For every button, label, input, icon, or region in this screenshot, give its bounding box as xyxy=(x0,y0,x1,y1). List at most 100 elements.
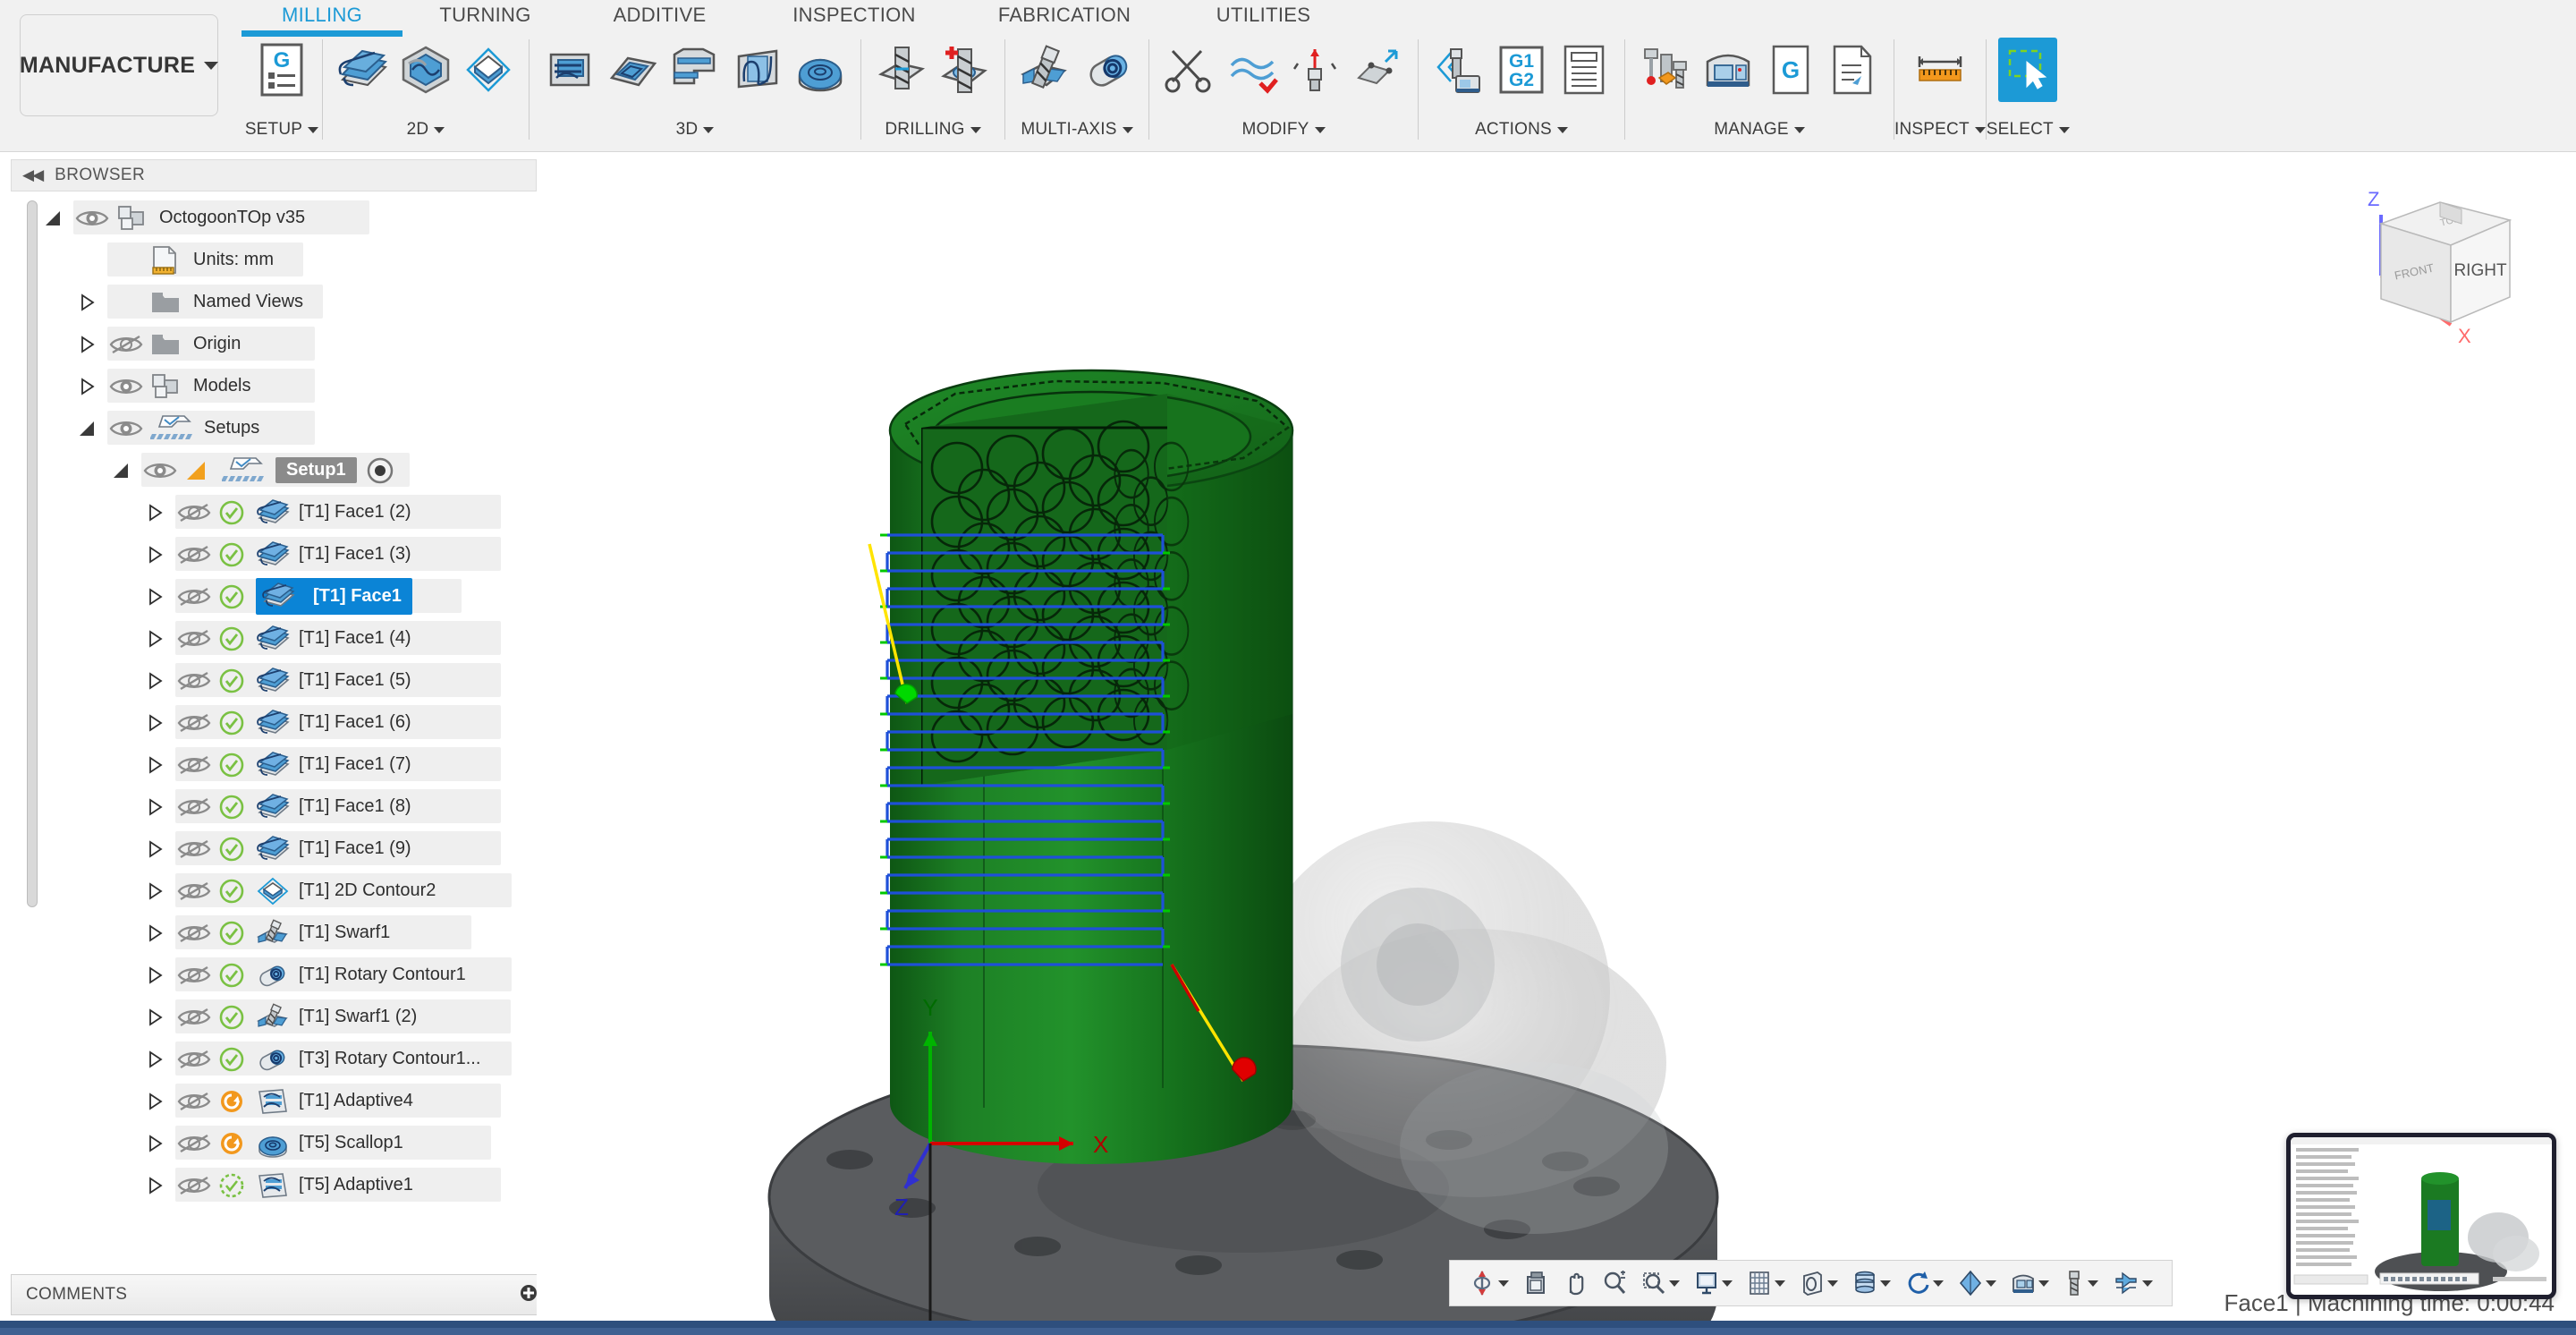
tree-twisty-collapsed[interactable] xyxy=(145,671,175,691)
tree-item-t1-face1-6[interactable]: [T1] Face1 (6) xyxy=(11,702,537,744)
tree-item-t1-face1-2[interactable]: [T1] Face1 (2) xyxy=(11,491,537,533)
preview-thumbnail[interactable] xyxy=(2286,1133,2556,1299)
2d-adaptive-icon[interactable] xyxy=(396,38,455,102)
tree-twisty-collapsed[interactable] xyxy=(145,1050,175,1069)
tree-twisty-collapsed[interactable] xyxy=(145,923,175,943)
tree-item-models[interactable]: Models xyxy=(11,365,537,407)
simulation-icon[interactable] xyxy=(2106,1263,2159,1303)
comments-panel[interactable]: COMMENTS xyxy=(11,1274,555,1315)
simulate-icon[interactable] xyxy=(1429,38,1488,102)
tree-item-t1-face1-7[interactable]: [T1] Face1 (7) xyxy=(11,744,537,786)
panel-2d-label[interactable]: 2D xyxy=(407,116,445,143)
tree-twisty-collapsed[interactable] xyxy=(145,839,175,859)
tree-item-origin[interactable]: Origin xyxy=(11,323,537,365)
setup-g-code-icon[interactable]: G xyxy=(252,38,311,102)
panel-inspect-label[interactable]: INSPECT xyxy=(1894,116,1986,143)
drill-icon[interactable] xyxy=(872,38,931,102)
swarf-icon[interactable] xyxy=(1016,38,1075,102)
eye-hidden-icon[interactable] xyxy=(177,502,216,523)
panel-3d-label[interactable]: 3D xyxy=(676,116,715,143)
tree-item-t1-face1-5[interactable]: [T1] Face1 (5) xyxy=(11,659,537,702)
panel-drilling-label[interactable]: DRILLING xyxy=(885,116,981,143)
tree-twisty-collapsed[interactable] xyxy=(145,1008,175,1027)
collapse-left-icon[interactable]: ◀◀ xyxy=(22,166,44,184)
stock-visibility-icon[interactable] xyxy=(1846,1263,1897,1303)
tree-item-named-views[interactable]: Named Views xyxy=(11,281,537,323)
look-at-icon[interactable] xyxy=(1517,1263,1555,1303)
eye-visible-icon[interactable] xyxy=(143,460,182,481)
eye-hidden-icon[interactable] xyxy=(177,586,216,608)
face-icon[interactable] xyxy=(334,38,393,102)
machine-orientation-icon[interactable] xyxy=(1899,1263,1950,1303)
setup-sheet-icon[interactable] xyxy=(1555,38,1614,102)
tree-twisty-collapsed[interactable] xyxy=(145,881,175,901)
tree-twisty-collapsed[interactable] xyxy=(145,629,175,649)
tree-item-t1-face1[interactable]: [T1] Face1 xyxy=(11,575,537,617)
eye-hidden-icon[interactable] xyxy=(177,1175,216,1196)
tree-item-setups[interactable]: Setups xyxy=(11,407,537,449)
tree-item-t5-adaptive1[interactable]: [T5] Adaptive1 xyxy=(11,1164,537,1206)
3d-viewport[interactable]: Y X Z Z X RIGHT FRONT TOP Face1 | Machin… xyxy=(537,159,2576,1322)
view-cube[interactable]: Z X RIGHT FRONT TOP xyxy=(2326,168,2549,365)
2d-contour-icon[interactable] xyxy=(459,38,518,102)
tree-item-t1-face1-3[interactable]: [T1] Face1 (3) xyxy=(11,533,537,575)
wcs-radio-icon[interactable] xyxy=(366,456,405,485)
tree-twisty-collapsed[interactable] xyxy=(145,503,175,523)
tool-orientation-icon[interactable] xyxy=(1285,38,1344,102)
tree-twisty-collapsed[interactable] xyxy=(145,545,175,565)
tree-twisty-expanded[interactable] xyxy=(77,419,107,438)
machine-simulation-icon[interactable] xyxy=(2004,1263,2055,1303)
horizontal-icon[interactable] xyxy=(665,38,724,102)
tree-twisty-collapsed[interactable] xyxy=(145,755,175,775)
pocket-clearing-icon[interactable] xyxy=(603,38,662,102)
eye-hidden-icon[interactable] xyxy=(177,670,216,692)
tree-twisty-collapsed[interactable] xyxy=(77,377,107,396)
scallop-icon[interactable] xyxy=(791,38,850,102)
eye-hidden-icon[interactable] xyxy=(177,796,216,818)
bore-plus-icon[interactable] xyxy=(935,38,994,102)
tree-twisty-collapsed[interactable] xyxy=(145,1092,175,1111)
tree-item-octogoontop-v35[interactable]: OctogoonTOp v35 xyxy=(11,197,537,239)
grid-snaps-icon[interactable] xyxy=(1741,1263,1792,1303)
rotary-icon[interactable] xyxy=(1079,38,1138,102)
tree-item-t1-2d-contour2[interactable]: [T1] 2D Contour2 xyxy=(11,870,537,912)
zoom-window-icon[interactable] xyxy=(1635,1263,1686,1303)
machine-library-icon[interactable] xyxy=(1699,38,1758,102)
parallel-icon[interactable] xyxy=(728,38,787,102)
eye-hidden-icon[interactable] xyxy=(177,544,216,565)
tree-item-t1-rotary-contour1[interactable]: [T1] Rotary Contour1 xyxy=(11,954,537,996)
nc-program-icon[interactable] xyxy=(1824,38,1883,102)
toolpath-visibility-icon[interactable] xyxy=(1952,1263,2003,1303)
generate-icon[interactable]: G xyxy=(1761,38,1820,102)
tab-additive[interactable]: ADDITIVE xyxy=(568,0,751,32)
tree-item-t1-swarf1[interactable]: [T1] Swarf1 xyxy=(11,912,537,954)
tree-twisty-collapsed[interactable] xyxy=(145,1134,175,1153)
simplify-icon[interactable] xyxy=(1223,38,1282,102)
tree-twisty-collapsed[interactable] xyxy=(145,713,175,733)
eye-hidden-icon[interactable] xyxy=(177,1091,216,1112)
pan-icon[interactable] xyxy=(1556,1263,1594,1303)
select-marquee-icon[interactable] xyxy=(1998,38,2058,102)
tree-twisty-collapsed[interactable] xyxy=(77,335,107,354)
eye-hidden-icon[interactable] xyxy=(177,838,216,860)
eye-visible-icon[interactable] xyxy=(109,418,148,439)
trim-icon[interactable] xyxy=(1160,38,1219,102)
eye-hidden-icon[interactable] xyxy=(177,1049,216,1070)
tool-library-icon[interactable] xyxy=(1636,38,1695,102)
measure-ruler-icon[interactable] xyxy=(1911,38,1970,102)
eye-visible-icon[interactable] xyxy=(75,208,114,229)
tool-visibility-icon[interactable] xyxy=(2057,1263,2105,1303)
panel-modify-label[interactable]: MODIFY xyxy=(1241,116,1326,143)
tree-item-setup1[interactable]: Setup1 xyxy=(11,449,537,491)
eye-hidden-icon[interactable] xyxy=(109,334,148,355)
tab-fabrication[interactable]: FABRICATION xyxy=(957,0,1172,32)
tree-twisty-collapsed[interactable] xyxy=(145,965,175,985)
tree-item-t1-adaptive4[interactable]: [T1] Adaptive4 xyxy=(11,1080,537,1122)
tree-twisty-expanded[interactable] xyxy=(111,461,141,480)
tab-milling[interactable]: MILLING xyxy=(242,0,402,37)
workspace-switcher-button[interactable]: MANUFACTURE xyxy=(20,14,219,116)
tree-twisty-collapsed[interactable] xyxy=(145,797,175,817)
tree-twisty-collapsed[interactable] xyxy=(145,587,175,607)
tab-utilities[interactable]: UTILITIES xyxy=(1172,0,1355,32)
eye-hidden-icon[interactable] xyxy=(177,1007,216,1028)
